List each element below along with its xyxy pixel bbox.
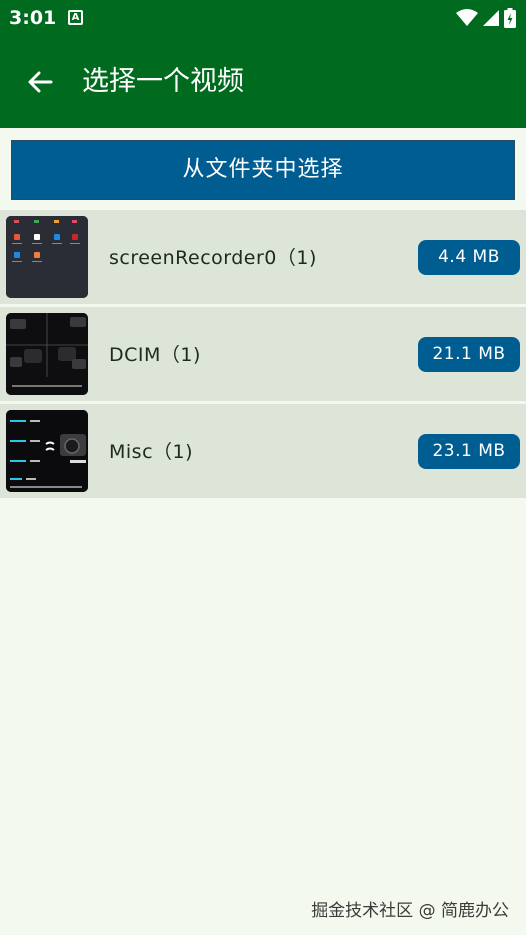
lens-comparison-thumbnail [6, 410, 88, 492]
folder-name: DCIM（1) [109, 344, 201, 366]
folder-name: Misc（1) [109, 441, 194, 463]
folder-row-misc[interactable]: Misc（1) 23.1 MB [0, 404, 526, 498]
signal-icon [483, 10, 499, 26]
arrow-back-icon [28, 71, 53, 93]
phone-screen-thumbnail [6, 216, 88, 298]
status-time: 3:01 [9, 7, 57, 29]
folder-name: screenRecorder0（1) [109, 247, 317, 269]
camera-grid-thumbnail [6, 313, 88, 395]
back-button[interactable] [20, 62, 60, 102]
size-badge: 21.1 MB [418, 337, 520, 372]
watermark-text: 掘金技术社区 @ 简鹿办公 [311, 901, 509, 921]
folder-row-screenrecorder[interactable]: screenRecorder0（1) 4.4 MB [0, 210, 526, 304]
battery-icon [504, 8, 516, 28]
status-icons [456, 8, 516, 28]
folder-row-dcim[interactable]: DCIM（1) 21.1 MB [0, 307, 526, 401]
page-title: 选择一个视频 [82, 66, 244, 97]
wifi-icon [456, 9, 478, 26]
choose-from-folder-button[interactable]: 从文件夹中选择 [11, 140, 515, 200]
app-bar: 选择一个视频 [0, 36, 526, 128]
size-badge: 23.1 MB [418, 434, 520, 469]
size-badge: 4.4 MB [418, 240, 520, 275]
folder-list: screenRecorder0（1) 4.4 MB DCIM（1) 21.1 M… [0, 210, 526, 501]
notification-icon: A [68, 10, 83, 25]
status-bar: 3:01 A [0, 0, 526, 36]
